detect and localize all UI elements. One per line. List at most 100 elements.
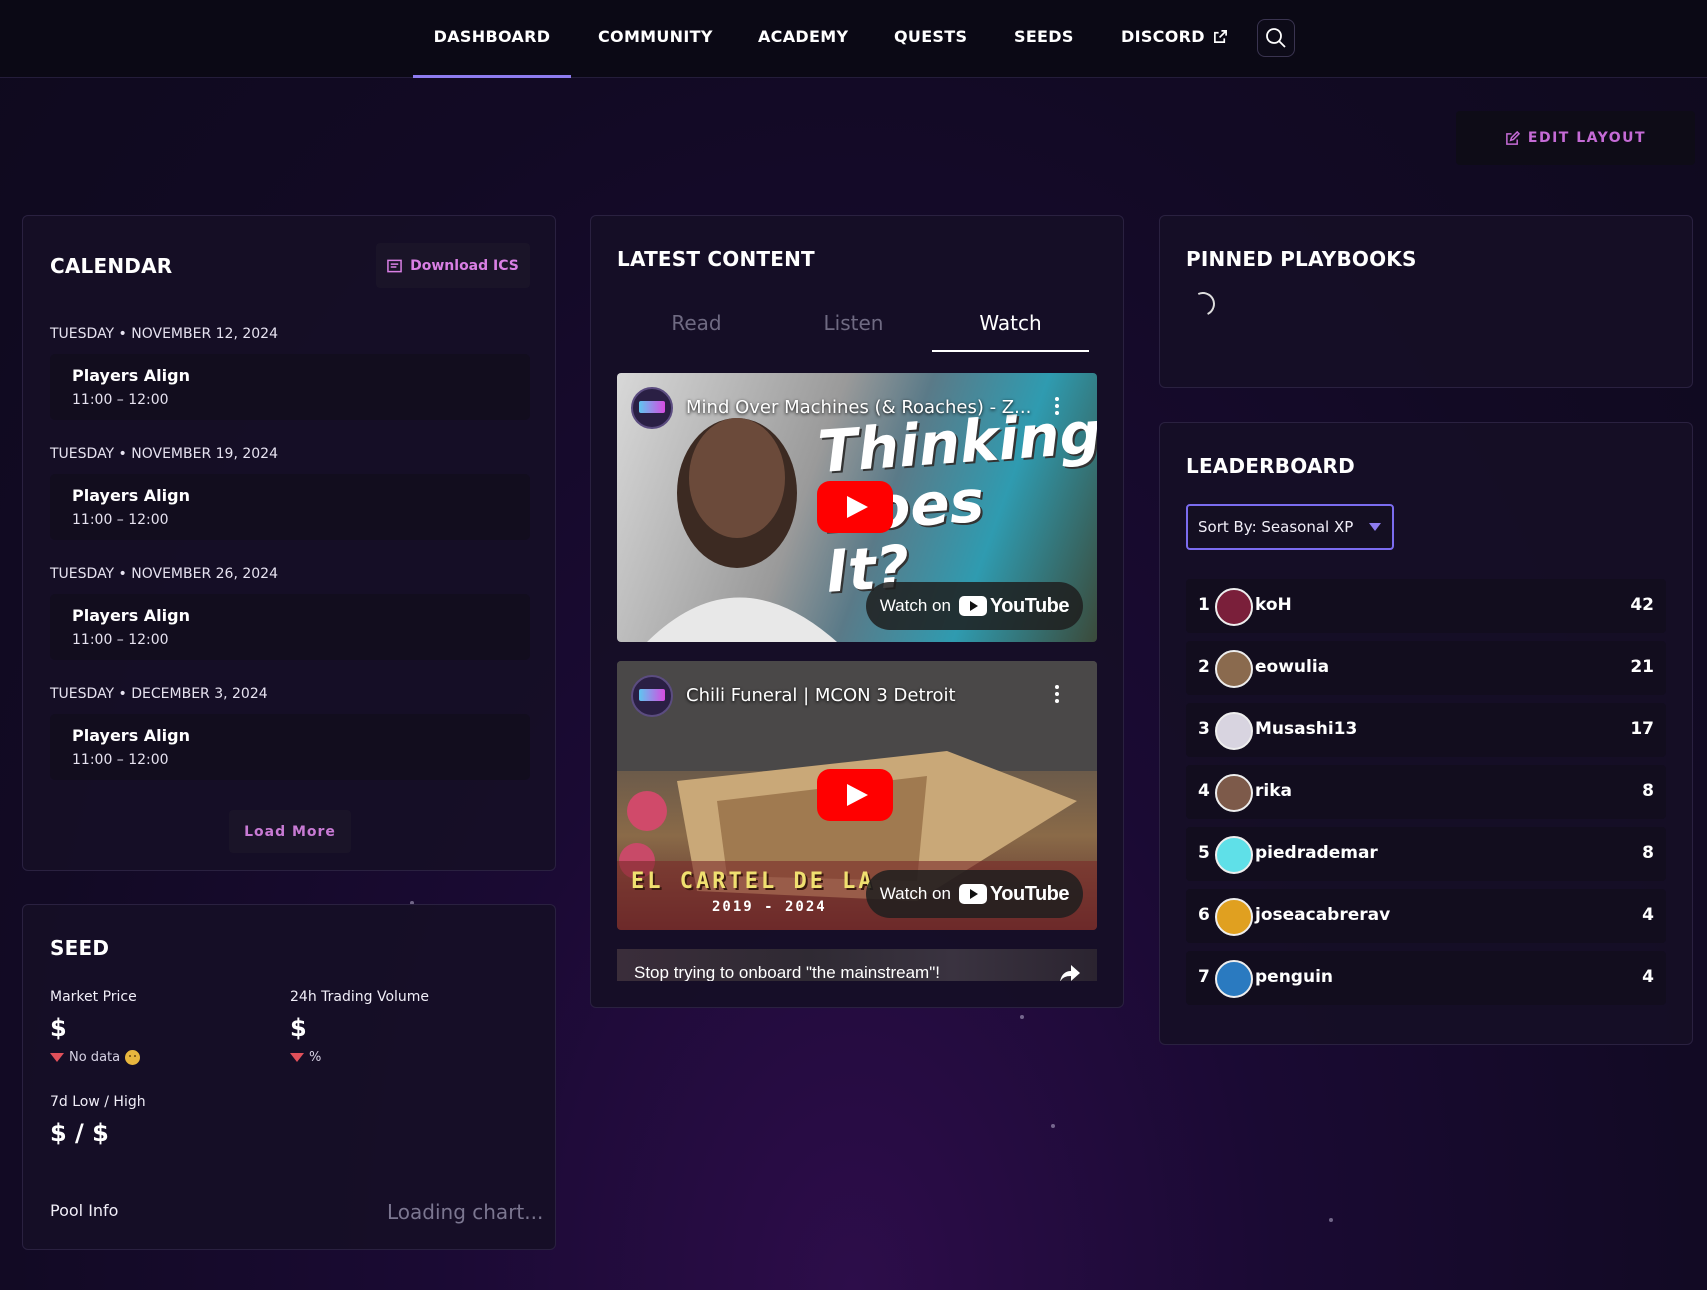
- nav-discord[interactable]: DISCORD: [1121, 0, 1228, 78]
- event-title: Players Align: [72, 726, 190, 745]
- search-icon: [1266, 28, 1286, 48]
- edit-layout-button[interactable]: EDIT LAYOUT: [1456, 111, 1695, 165]
- leaderboard-name[interactable]: koH: [1255, 595, 1292, 615]
- search-button[interactable]: [1257, 19, 1295, 57]
- youtube-logo-text: YouTube: [989, 594, 1070, 617]
- watch-on-label: Watch on: [879, 884, 951, 903]
- leaderboard-row[interactable]: 6 joseacabrerav 4: [1186, 889, 1666, 943]
- leaderboard-row[interactable]: 1 koH 42: [1186, 579, 1666, 633]
- leaderboard-rank: 4: [1198, 781, 1210, 801]
- event-time: 11:00 – 12:00: [72, 752, 169, 768]
- youtube-play-icon: [958, 884, 987, 904]
- play-button[interactable]: [817, 481, 893, 533]
- tab-listen[interactable]: Listen: [775, 306, 932, 352]
- play-button[interactable]: [817, 769, 893, 821]
- down-arrow-icon: [50, 1053, 64, 1062]
- leaderboard-score: 8: [1642, 843, 1654, 863]
- download-ics-button[interactable]: Download ICS: [376, 243, 530, 288]
- avatar[interactable]: [1215, 588, 1253, 626]
- nav-seeds[interactable]: SEEDS: [1014, 0, 1074, 78]
- video-thumbnail-subtext: 2019 - 2024: [712, 899, 827, 915]
- leaderboard-score: 4: [1642, 905, 1654, 925]
- background-star: [1020, 1015, 1024, 1019]
- market-price-change: No data: [50, 1050, 141, 1065]
- avatar[interactable]: [1215, 712, 1253, 750]
- down-arrow-icon: [290, 1053, 304, 1062]
- nav-community[interactable]: COMMUNITY: [598, 0, 713, 78]
- avatar[interactable]: [1215, 774, 1253, 812]
- event-time: 11:00 – 12:00: [72, 632, 169, 648]
- channel-avatar[interactable]: [631, 675, 673, 717]
- video-title[interactable]: Stop trying to onboard "the mainstream"!: [634, 963, 940, 981]
- leaderboard-score: 17: [1630, 719, 1654, 739]
- tab-read[interactable]: Read: [618, 306, 775, 352]
- share-icon[interactable]: [1059, 963, 1081, 981]
- event-title: Players Align: [72, 366, 190, 385]
- youtube-logo-text: YouTube: [989, 882, 1070, 905]
- volume-change-text: %: [309, 1050, 322, 1065]
- volume-label: 24h Trading Volume: [290, 989, 430, 1005]
- leaderboard-rank: 2: [1198, 657, 1210, 677]
- leaderboard-name[interactable]: joseacabrerav: [1255, 905, 1390, 925]
- sort-select[interactable]: Sort By: Seasonal XP: [1186, 504, 1394, 550]
- leaderboard-name[interactable]: piedrademar: [1255, 843, 1378, 863]
- event-title: Players Align: [72, 486, 190, 505]
- pool-info-status: Loading chart...: [387, 1200, 544, 1224]
- event-time: 11:00 – 12:00: [72, 392, 169, 408]
- nav-quests[interactable]: QUESTS: [894, 0, 967, 78]
- event-date: TUESDAY • NOVEMBER 19, 2024: [50, 446, 278, 462]
- low-high-value: $ / $: [50, 1119, 109, 1147]
- tab-watch[interactable]: Watch: [932, 306, 1089, 352]
- avatar[interactable]: [1215, 836, 1253, 874]
- video-thumbnail-text: EL CARTEL DE LA: [631, 869, 875, 894]
- volume-value: $: [290, 1014, 307, 1042]
- external-link-icon: [1213, 29, 1227, 43]
- event-date: TUESDAY • DECEMBER 3, 2024: [50, 686, 268, 702]
- seed-title: SEED: [50, 936, 110, 960]
- channel-avatar[interactable]: [631, 387, 673, 429]
- avatar[interactable]: [1215, 960, 1253, 998]
- avatar[interactable]: [1215, 650, 1253, 688]
- sort-select-label: Sort By: Seasonal XP: [1198, 518, 1354, 536]
- leaderboard-name[interactable]: rika: [1255, 781, 1292, 801]
- leaderboard-row[interactable]: 5 piedrademar 8: [1186, 827, 1666, 881]
- nav-academy[interactable]: ACADEMY: [758, 0, 848, 78]
- event-time: 11:00 – 12:00: [72, 512, 169, 528]
- leaderboard-name[interactable]: penguin: [1255, 967, 1333, 987]
- nav-dashboard[interactable]: DASHBOARD: [413, 0, 571, 78]
- watch-on-youtube-button[interactable]: Watch on YouTube: [865, 582, 1083, 630]
- market-price-value: $: [50, 1014, 67, 1042]
- calendar-event[interactable]: Players Align 11:00 – 12:00: [50, 474, 530, 540]
- video-title[interactable]: Chili Funeral | MCON 3 Detroit: [686, 685, 956, 706]
- chevron-down-icon: [1369, 523, 1381, 531]
- video-embed[interactable]: Stop trying to onboard "the mainstream"!: [617, 949, 1097, 981]
- leaderboard-row[interactable]: 4 rika 8: [1186, 765, 1666, 819]
- video-embed[interactable]: Thinking Does It? Mind Over Machines (& …: [617, 373, 1097, 642]
- load-more-button[interactable]: Load More: [229, 810, 351, 853]
- video-title[interactable]: Mind Over Machines (& Roaches) - Z...: [686, 397, 1031, 418]
- leaderboard-row[interactable]: 3 Musashi13 17: [1186, 703, 1666, 757]
- avatar[interactable]: [1215, 898, 1253, 936]
- calendar-event[interactable]: Players Align 11:00 – 12:00: [50, 354, 530, 420]
- calendar-event[interactable]: Players Align 11:00 – 12:00: [50, 714, 530, 780]
- leaderboard-rank: 5: [1198, 843, 1210, 863]
- pool-info-label: Pool Info: [50, 1201, 119, 1220]
- pinned-playbooks-card: [1159, 215, 1693, 388]
- youtube-play-icon: [958, 596, 987, 616]
- sad-face-icon: [125, 1050, 141, 1065]
- more-options-icon[interactable]: [1055, 397, 1059, 415]
- calendar-event[interactable]: Players Align 11:00 – 12:00: [50, 594, 530, 660]
- video-embed[interactable]: EL CARTEL DE LA 2019 - 2024 Chili Funera…: [617, 661, 1097, 930]
- leaderboard-rank: 6: [1198, 905, 1210, 925]
- background-star: [1329, 1218, 1333, 1222]
- leaderboard-score: 21: [1630, 657, 1654, 677]
- market-price-label: Market Price: [50, 989, 137, 1005]
- volume-change: %: [290, 1050, 321, 1065]
- watch-on-youtube-button[interactable]: Watch on YouTube: [865, 870, 1083, 918]
- leaderboard-name[interactable]: Musashi13: [1255, 719, 1357, 739]
- leaderboard-row[interactable]: 7 penguin 4: [1186, 951, 1666, 1005]
- leaderboard-score: 8: [1642, 781, 1654, 801]
- more-options-icon[interactable]: [1055, 685, 1059, 703]
- leaderboard-name[interactable]: eowulia: [1255, 657, 1329, 677]
- leaderboard-row[interactable]: 2 eowulia 21: [1186, 641, 1666, 695]
